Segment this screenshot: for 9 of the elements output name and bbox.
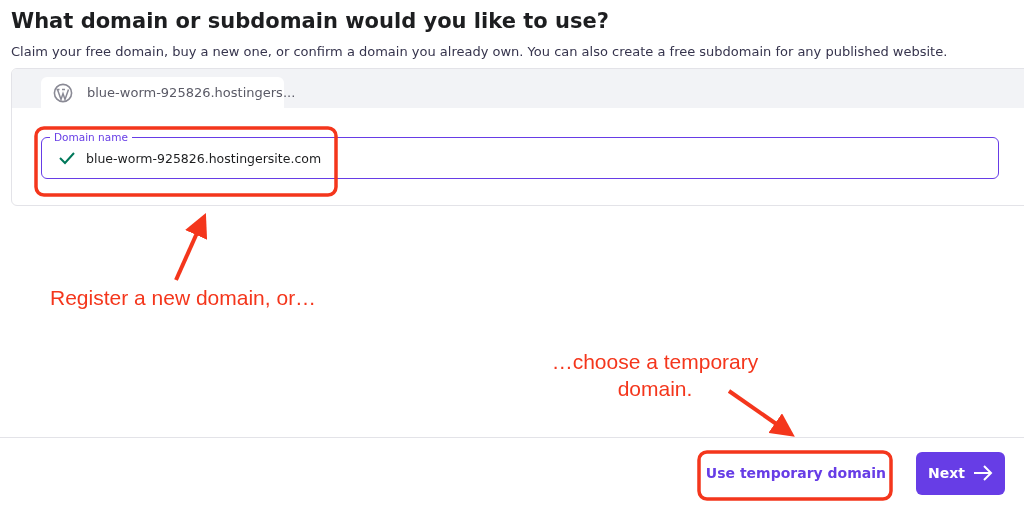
use-temporary-domain-link[interactable]: Use temporary domain bbox=[697, 459, 894, 487]
field-label: Domain name bbox=[50, 130, 132, 144]
tab-label: blue-worm-925826.hostingers... bbox=[87, 85, 296, 100]
annotation-text: Register a new domain, or… bbox=[50, 286, 317, 310]
field-value: blue-worm-925826.hostingersite.com bbox=[86, 150, 322, 166]
annotation-text: …choose a temporary domain. bbox=[550, 349, 760, 402]
page-title: What domain or subdomain would you like to use? bbox=[11, 9, 609, 35]
next-button[interactable]: Next bbox=[916, 451, 1005, 495]
page-subtitle: Claim your free domain, buy a new one, or confirm a domain you already own. You can also create a free subdomain for any published website. bbox=[11, 44, 948, 59]
